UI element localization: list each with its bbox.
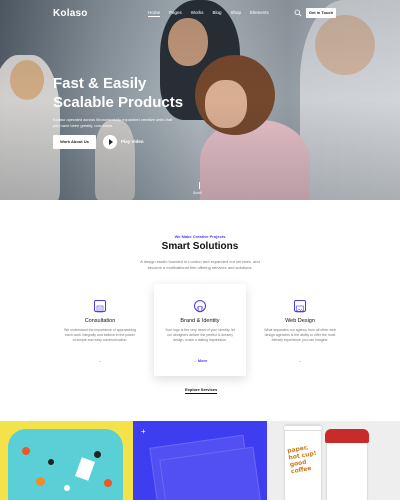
service-card-text: We understand the importance of approach… bbox=[64, 328, 136, 342]
menu-item-shop[interactable]: Shop bbox=[230, 10, 241, 15]
image-icon bbox=[294, 300, 306, 313]
globe-icon bbox=[194, 300, 206, 313]
section-description: A design studio founded in London and ex… bbox=[140, 259, 260, 270]
service-card-web-design[interactable]: Web Design What separates our agency fro… bbox=[254, 284, 346, 376]
about-us-button[interactable]: Work About Us bbox=[53, 135, 96, 149]
get-in-touch-button[interactable]: Get in Touch bbox=[306, 8, 336, 18]
menu-item-blog[interactable]: Blog bbox=[212, 10, 221, 15]
section-eyebrow: We Make Creative Projects bbox=[174, 234, 226, 239]
tshirt-image bbox=[8, 429, 123, 500]
scroll-label[interactable]: Scroll bbox=[193, 191, 202, 195]
service-card-text: Your logo is the very heart of your iden… bbox=[165, 328, 235, 342]
arrow-right-icon[interactable]: → bbox=[254, 358, 346, 363]
top-navigation: Kolaso Home Pages Works Blog Shop Elemen… bbox=[0, 0, 400, 26]
hero-description: Kolaso operated across Monumentally expa… bbox=[53, 117, 173, 128]
cup-print: paper, hot cup! good coffee bbox=[286, 444, 318, 476]
main-menu: Home Pages Works Blog Shop Elements bbox=[148, 10, 278, 17]
menu-item-elements[interactable]: Elements bbox=[250, 10, 269, 15]
hero-title: Fast & Easily Scalable Products bbox=[53, 74, 233, 112]
menu-item-works[interactable]: Works bbox=[191, 10, 204, 15]
portfolio-item-tshirt[interactable] bbox=[0, 421, 133, 500]
portfolio-item-paper[interactable]: + bbox=[133, 421, 267, 500]
play-video-label[interactable]: Play Video bbox=[121, 139, 144, 144]
portfolio-item-coffee-cups[interactable]: paper, hot cup! good coffee bbox=[267, 421, 400, 500]
section-title: Smart Solutions bbox=[161, 241, 239, 252]
hero-title-line1: Fast & Easily bbox=[53, 75, 147, 92]
more-link-label[interactable]: More bbox=[198, 358, 208, 363]
tshirt-tag bbox=[75, 457, 95, 481]
arrow-right-icon[interactable]: → bbox=[54, 358, 146, 363]
service-card-title: Consultation bbox=[84, 318, 116, 324]
hero-section: Kolaso Home Pages Works Blog Shop Elemen… bbox=[0, 0, 400, 200]
page: Kolaso Home Pages Works Blog Shop Elemen… bbox=[0, 0, 400, 500]
menu-item-home[interactable]: Home bbox=[148, 10, 161, 17]
plus-icon[interactable]: + bbox=[141, 427, 146, 436]
service-card-title: Brand & Identity bbox=[180, 318, 220, 324]
service-card-title: Web Design bbox=[285, 318, 315, 324]
search-icon[interactable] bbox=[294, 9, 302, 17]
service-card-brand-identity[interactable]: Brand & Identity Your logo is the very h… bbox=[154, 284, 246, 376]
site-logo[interactable]: Kolaso bbox=[53, 8, 88, 19]
play-video-icon[interactable] bbox=[103, 135, 117, 149]
service-card-consultation[interactable]: Consultation We understand the importanc… bbox=[54, 284, 146, 376]
scroll-indicator bbox=[199, 182, 200, 189]
coffee-cup-red-lid bbox=[325, 429, 369, 500]
coffee-cup: paper, hot cup! good coffee bbox=[283, 425, 323, 500]
more-link[interactable]: → More bbox=[154, 358, 246, 363]
service-card-text: What separates our agency from all other… bbox=[264, 328, 336, 342]
book-icon bbox=[94, 300, 106, 313]
menu-item-pages[interactable]: Pages bbox=[169, 10, 182, 15]
explore-services-link[interactable]: Explore Services bbox=[185, 387, 218, 394]
hero-title-line2: Scalable Products bbox=[53, 94, 184, 111]
